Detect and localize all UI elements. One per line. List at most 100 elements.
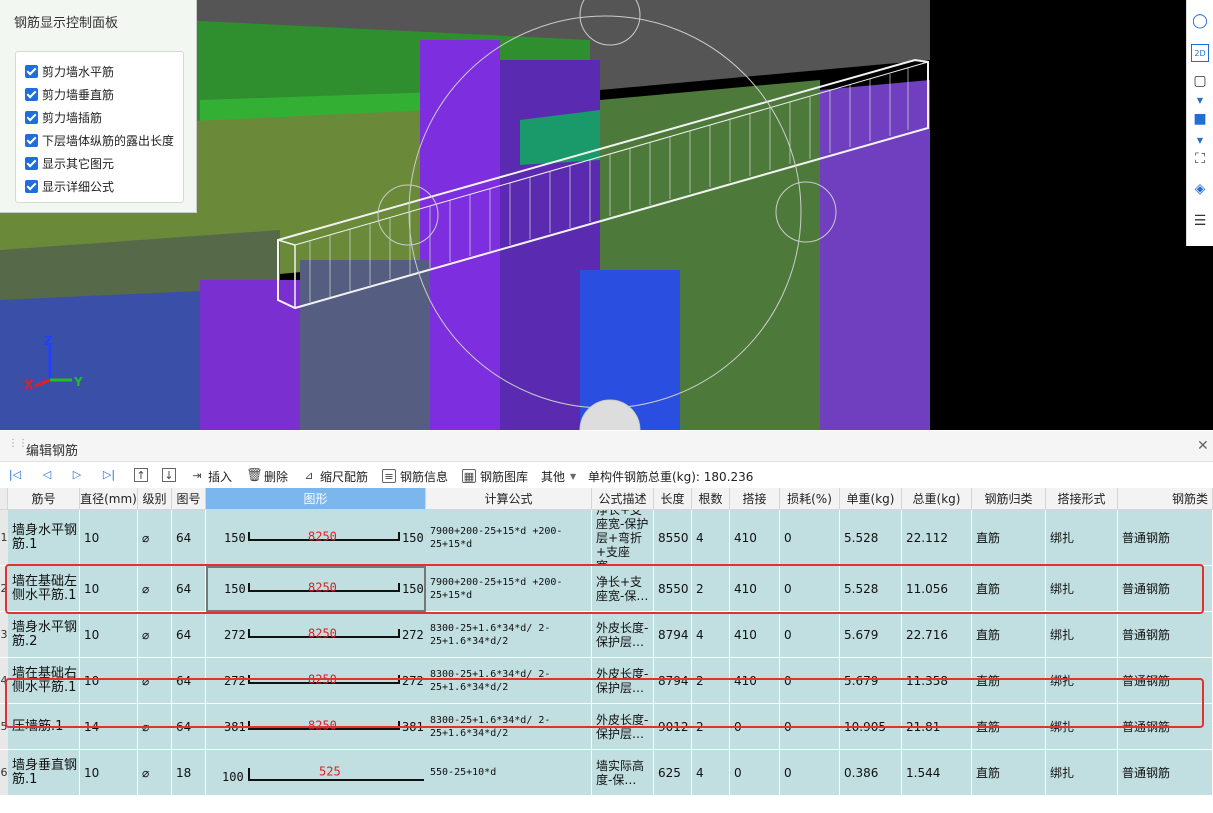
cell-total-weight[interactable]: 11.056 [902, 566, 972, 611]
col-header[interactable]: 总重(kg) [902, 488, 972, 510]
cell-lap-form[interactable]: 绑扎 [1046, 510, 1118, 565]
option-wall-dowel-rebar[interactable]: 剪力墙插筋 [25, 108, 102, 126]
cell-loss[interactable]: 0 [780, 658, 840, 703]
cell-category[interactable]: 直筋 [972, 750, 1046, 795]
cell-count[interactable]: 4 [692, 612, 730, 657]
cell-count[interactable]: 2 [692, 566, 730, 611]
checkbox-checked-icon[interactable] [25, 179, 38, 193]
delete-button[interactable]: 🗑 删除 [246, 468, 288, 484]
col-header[interactable]: 搭接形式 [1046, 488, 1118, 510]
cell-lap[interactable]: 0 [730, 704, 780, 749]
cell-diameter[interactable]: 10 [80, 750, 138, 795]
col-header[interactable]: 钢筋归类 [972, 488, 1046, 510]
table-row[interactable]: 6 墙身垂直钢筋.1 10 ⌀ 18 100 525 550-25+10*d 墙… [0, 750, 1213, 796]
option-lower-wall-exposure[interactable]: 下层墙体纵筋的露出长度 [25, 131, 174, 149]
cell-grade[interactable]: ⌀ [138, 704, 172, 749]
cell-diameter[interactable]: 14 [80, 704, 138, 749]
cell-shape[interactable]: 381 8250 381 [206, 704, 426, 749]
cell-lap[interactable]: 410 [730, 612, 780, 657]
cell-count[interactable]: 2 [692, 658, 730, 703]
cell-grade[interactable]: ⌀ [138, 658, 172, 703]
table-row[interactable]: 4 墙在基础右侧水平筋.1 10 ⌀ 64 272 8250 272 8300-… [0, 658, 1213, 704]
2d-view-icon[interactable]: 2D [1191, 44, 1209, 62]
cell-unit-weight[interactable]: 0.386 [840, 750, 902, 795]
last-record-icon[interactable]: ▷| [102, 468, 116, 482]
cell-formula[interactable]: 7900+200-25+15*d +200-25+15*d [426, 510, 592, 565]
table-row[interactable]: 1 墙身水平钢筋.1 10 ⌀ 64 150 8250 150 7900+200… [0, 510, 1213, 566]
cell-formula-desc[interactable]: 外皮长度-保护层… [592, 704, 654, 749]
cell-category[interactable]: 直筋 [972, 704, 1046, 749]
cell-loss[interactable]: 0 [780, 750, 840, 795]
cell-diameter[interactable]: 10 [80, 510, 138, 565]
cell-lap-form[interactable]: 绑扎 [1046, 658, 1118, 703]
cell-length[interactable]: 625 [654, 750, 692, 795]
cell-figure-no[interactable]: 64 [172, 612, 206, 657]
cell-unit-weight[interactable]: 10.905 [840, 704, 902, 749]
col-header[interactable]: 计算公式 [426, 488, 592, 510]
cell-shape[interactable]: 100 525 [206, 750, 426, 795]
cell-lap-form[interactable]: 绑扎 [1046, 750, 1118, 795]
cell-rebar-type[interactable]: 普通钢筋 [1118, 510, 1213, 565]
cell-rebar-type[interactable]: 普通钢筋 [1118, 750, 1213, 795]
cell-figure-no[interactable]: 64 [172, 704, 206, 749]
cell-count[interactable]: 4 [692, 750, 730, 795]
cell-length[interactable]: 9012 [654, 704, 692, 749]
option-show-detailed-formula[interactable]: 显示详细公式 [25, 177, 114, 195]
cell-name[interactable]: 墙在基础左侧水平筋.1 [8, 566, 80, 611]
cell-length[interactable]: 8550 [654, 566, 692, 611]
cell-formula-desc[interactable]: 外皮长度-保护层… [592, 612, 654, 657]
cell-grade[interactable]: ⌀ [138, 750, 172, 795]
option-wall-horizontal-rebar[interactable]: 剪力墙水平筋 [25, 62, 114, 80]
cell-unit-weight[interactable]: 5.679 [840, 612, 902, 657]
fit-view-icon[interactable]: ⛶ [1191, 150, 1209, 168]
cell-formula[interactable]: 8300-25+1.6*34*d/ 2-25+1.6*34*d/2 [426, 658, 592, 703]
chevron-down-icon[interactable]: ▼ [1191, 92, 1209, 110]
layers-icon[interactable]: ☰ [1191, 212, 1209, 230]
first-record-icon[interactable]: |◁ [8, 468, 22, 482]
cell-formula-desc[interactable]: 外皮长度-保护层… [592, 658, 654, 703]
cube-view-icon[interactable]: ▢ [1191, 72, 1209, 90]
cell-count[interactable]: 2 [692, 704, 730, 749]
cell-lap[interactable]: 0 [730, 750, 780, 795]
cell-total-weight[interactable]: 22.716 [902, 612, 972, 657]
col-header[interactable]: 级别 [138, 488, 172, 510]
col-header[interactable]: 直径(mm) [80, 488, 138, 510]
col-header-selected[interactable]: 图形 [206, 488, 426, 510]
move-down-icon[interactable]: ↓ [162, 468, 176, 482]
table-row[interactable]: 2 墙在基础左侧水平筋.1 10 ⌀ 64 150 8250 150 7900+… [0, 566, 1213, 612]
col-header[interactable]: 钢筋类 [1118, 488, 1213, 510]
cell-name[interactable]: 压墙筋.1 [8, 704, 80, 749]
cell-shape[interactable]: 272 8250 272 [206, 612, 426, 657]
cell-formula-desc[interactable]: 墙实际高度-保… [592, 750, 654, 795]
cell-count[interactable]: 4 [692, 510, 730, 565]
drag-handle-icon[interactable]: ⋮⋮ [8, 439, 28, 453]
cell-shape[interactable]: 150 8250 150 [206, 510, 426, 565]
orbit-icon[interactable]: ◯ [1191, 12, 1209, 30]
cell-category[interactable]: 直筋 [972, 658, 1046, 703]
col-header[interactable]: 长度 [654, 488, 692, 510]
cell-length[interactable]: 8794 [654, 612, 692, 657]
cell-name[interactable]: 墙在基础右侧水平筋.1 [8, 658, 80, 703]
cell-rebar-type[interactable]: 普通钢筋 [1118, 658, 1213, 703]
checkbox-checked-icon[interactable] [25, 110, 38, 124]
cell-diameter[interactable]: 10 [80, 658, 138, 703]
insert-button[interactable]: ⇥ 插入 [190, 468, 232, 484]
cell-shape[interactable]: 272 8250 272 [206, 658, 426, 703]
cell-total-weight[interactable]: 1.544 [902, 750, 972, 795]
col-header[interactable]: 筋号 [8, 488, 80, 510]
cell-total-weight[interactable]: 22.112 [902, 510, 972, 565]
cell-unit-weight[interactable]: 5.528 [840, 566, 902, 611]
cell-category[interactable]: 直筋 [972, 510, 1046, 565]
cell-length[interactable]: 8550 [654, 510, 692, 565]
cell-figure-no[interactable]: 64 [172, 510, 206, 565]
cube-solid-icon[interactable]: ■ [1191, 110, 1209, 128]
move-up-icon[interactable]: ↑ [134, 468, 148, 482]
cell-lap[interactable]: 410 [730, 566, 780, 611]
cell-loss[interactable]: 0 [780, 510, 840, 565]
col-header[interactable]: 单重(kg) [840, 488, 902, 510]
chevron-down-icon[interactable]: ▼ [1191, 132, 1209, 150]
checkbox-checked-icon[interactable] [25, 133, 38, 147]
cell-formula[interactable]: 8300-25+1.6*34*d/ 2-25+1.6*34*d/2 [426, 612, 592, 657]
checkbox-checked-icon[interactable] [25, 87, 38, 101]
cell-lap[interactable]: 410 [730, 510, 780, 565]
